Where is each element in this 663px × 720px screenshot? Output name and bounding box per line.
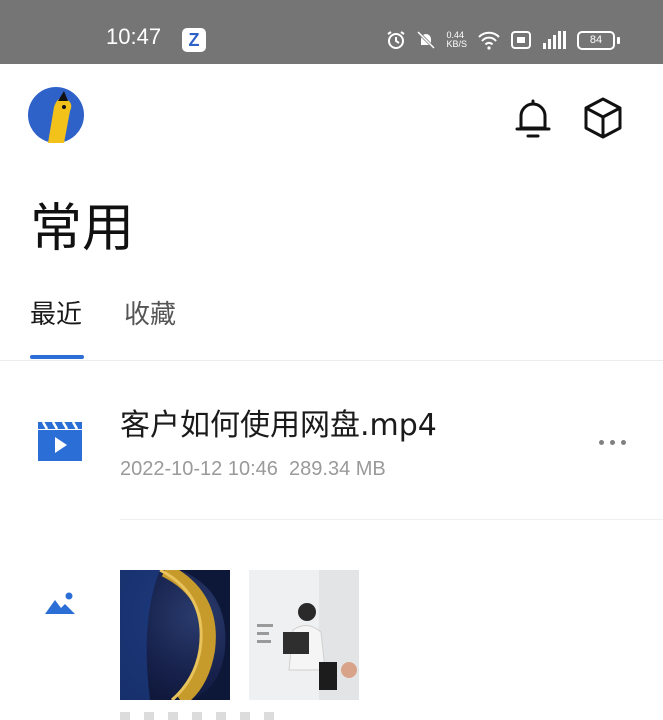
thumbnail-caption-partial bbox=[120, 712, 280, 720]
tab-recent[interactable]: 最近 bbox=[30, 294, 82, 331]
more-dot-icon bbox=[598, 439, 604, 445]
image-icon bbox=[43, 588, 77, 616]
file-meta: 2022-10-12 10:46 289.34 MB bbox=[120, 458, 386, 481]
alarm-icon bbox=[386, 30, 406, 50]
battery-indicator: 84 bbox=[577, 30, 620, 50]
file-size: 289.34 MB bbox=[289, 458, 386, 480]
nfc-icon bbox=[511, 31, 531, 49]
wifi-icon bbox=[477, 30, 501, 50]
page-title: 常用 bbox=[30, 199, 135, 259]
file-date: 2022-10-12 10:46 bbox=[120, 458, 278, 480]
signal-icon bbox=[541, 30, 567, 50]
image-thumbnail[interactable] bbox=[249, 570, 359, 700]
battery-level: 84 bbox=[577, 30, 615, 50]
tab-favorites[interactable]: 收藏 bbox=[124, 294, 176, 331]
mute-icon bbox=[416, 30, 436, 50]
file-name[interactable]: 客户如何使用网盘.mp4 bbox=[120, 400, 437, 444]
app-notification-badge: Z bbox=[182, 28, 206, 52]
status-time: 10:47 bbox=[106, 24, 162, 49]
more-options-button[interactable] bbox=[590, 424, 634, 460]
video-file-icon bbox=[37, 420, 83, 462]
avatar[interactable] bbox=[28, 87, 84, 143]
tabs-divider bbox=[0, 360, 663, 361]
more-dot-icon bbox=[609, 439, 615, 445]
active-tab-indicator bbox=[30, 355, 84, 359]
network-speed-unit: KB/S bbox=[446, 39, 467, 49]
network-speed: 0.44 KB/S bbox=[446, 31, 467, 49]
bell-icon[interactable] bbox=[513, 98, 553, 140]
cube-icon[interactable] bbox=[581, 96, 625, 140]
row-divider bbox=[120, 519, 663, 520]
status-bar: 10:47 Z 0.44 KB/S 84 bbox=[0, 0, 663, 64]
more-dot-icon bbox=[620, 439, 626, 445]
status-icons: 0.44 KB/S 84 bbox=[386, 25, 620, 55]
image-thumbnail[interactable] bbox=[120, 570, 230, 700]
